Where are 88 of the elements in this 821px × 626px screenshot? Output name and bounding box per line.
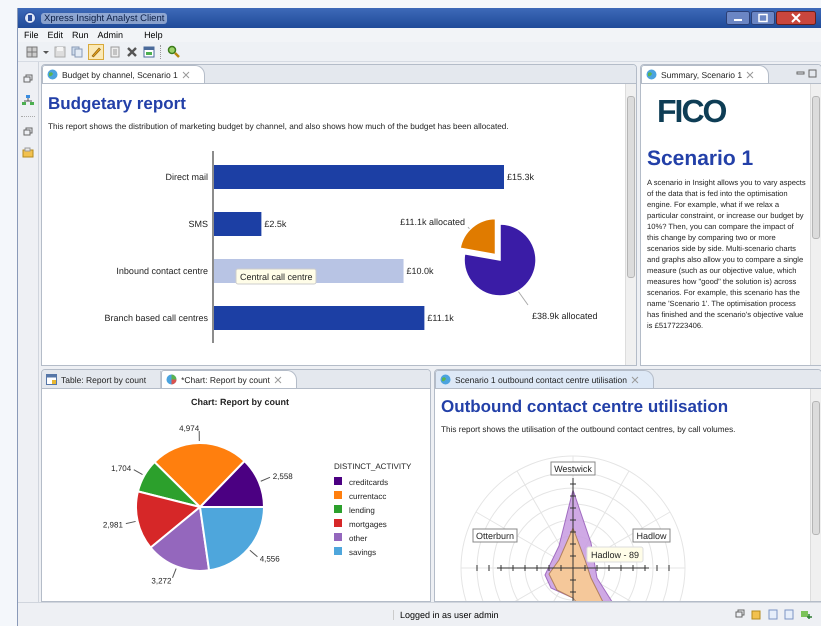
tooltip: Central call centre [236,268,316,284]
menu-item[interactable]: Run [72,30,89,40]
maximize-button[interactable] [751,11,775,25]
legend-label: other [349,534,368,543]
document-icon[interactable] [768,609,778,620]
category-label: Inbound contact centre [116,266,208,276]
restore-icon[interactable] [23,74,33,84]
category-label: SMS [188,219,208,229]
grid-icon[interactable] [26,46,38,58]
folder-icon[interactable] [751,609,762,620]
category-label: Direct mail [165,172,208,182]
leader-line [172,568,177,578]
scrollbar[interactable] [810,389,821,601]
data-label: £38.9k allocated [532,311,598,321]
scrollbar[interactable] [810,84,821,365]
app-icon [24,12,36,24]
document-icon[interactable] [109,46,121,58]
window-title: Xpress Insight Analyst Client [41,12,168,24]
legend-label: savings [349,548,376,557]
report-description: This report shows the utilisation of the outbound contact centres, by call volumes. [441,425,736,434]
window-icon[interactable] [143,46,155,58]
restore-icon[interactable] [735,609,745,619]
data-label: 2,558 [272,472,293,482]
leader-line [198,430,200,442]
panel-tab[interactable]: Budget by channel, Scenario 1 [42,65,205,83]
data-label: £10.0k [406,266,434,276]
table-icon [46,374,57,385]
close-icon[interactable] [746,70,754,78]
leader-line [133,469,144,476]
hierarchy-icon[interactable] [22,94,34,106]
data-label: 4,556 [260,554,280,564]
logo: FICO [657,94,727,130]
panel-tab[interactable]: Table: Report by count [42,371,162,388]
pie-slice[interactable] [154,442,246,508]
menu-item[interactable]: Help [144,30,163,40]
globe-icon [47,69,58,80]
folder-icon[interactable] [22,147,34,159]
axis-label: Hadlow [632,528,670,542]
close-button[interactable] [776,11,816,25]
report-heading: Outbound contact centre utilisation [441,397,730,417]
copy-icon[interactable] [71,46,83,58]
data-label: 2,981 [102,520,123,530]
pencil-icon[interactable] [88,44,104,60]
leader-line [518,290,528,306]
scenario-heading: Scenario 1 [647,147,754,172]
legend-title: DISTINCT_ACTIVITY [334,462,412,471]
leader-line [249,550,258,558]
pie-slice[interactable] [463,223,537,297]
axis-label: Westwick [550,462,596,476]
globe-icon [440,374,451,385]
legend-label: currentacc [349,492,386,501]
chart-title: Chart: Report by count [191,397,289,407]
globe-icon [646,69,657,80]
tooltip: Hadlow - 89 [586,546,644,562]
menu-item[interactable]: Edit [48,30,64,40]
data-label: 4,974 [179,424,200,433]
minimize-button[interactable] [726,11,750,25]
category-label: Branch based call centres [104,313,208,323]
menu-item[interactable]: Admin [98,30,124,40]
legend-label: mortgages [349,520,387,529]
close-icon[interactable] [182,70,190,78]
status-text: Logged in as user admin [393,610,499,620]
panel-tab[interactable]: *Chart: Report by count [161,370,297,388]
data-label: £11.1k [427,313,454,323]
panel-tab[interactable]: Scenario 1 outbound contact centre utilisation [435,370,654,388]
data-label: £15.3k [507,172,534,182]
report-description: This report shows the distribution of marketing budget by channel, and also shows how much of the budget has been allocated. [48,122,510,131]
data-label: £11.1k allocated [400,217,465,227]
pie-chart-icon [166,374,178,385]
leader-line [260,476,270,482]
add-icon[interactable] [800,609,812,620]
legend-label: lending [349,506,375,515]
delete-icon[interactable] [126,46,138,58]
data-label: 3,272 [151,576,172,586]
axis-label: Otterburn [472,528,518,542]
scrollbar[interactable] [625,84,636,365]
maximize-icon[interactable] [808,69,817,78]
close-icon[interactable] [274,376,282,384]
leader-line [125,520,136,524]
data-label: 1,704 [111,464,132,474]
panel-tab[interactable]: Summary, Scenario 1 [641,65,770,83]
document-icon[interactable] [784,609,794,620]
search-icon[interactable] [167,45,180,58]
menu-item[interactable]: File [24,30,39,40]
data-label: £2.5k [264,219,286,229]
report-heading: Budgetary report [48,94,187,114]
legend-label: creditcards [349,478,388,487]
restore-icon[interactable] [23,127,33,137]
